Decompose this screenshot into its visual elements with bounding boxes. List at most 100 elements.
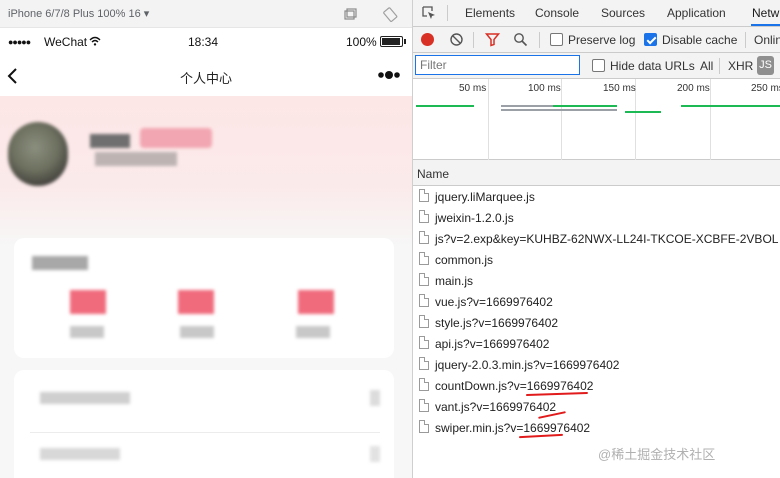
script-file-icon bbox=[419, 357, 429, 370]
request-row[interactable]: main.js bbox=[413, 270, 780, 291]
script-file-icon bbox=[419, 273, 429, 286]
order-icon-1[interactable] bbox=[70, 290, 106, 314]
rotate-icon[interactable] bbox=[383, 6, 399, 22]
overview-tick: 250 ms bbox=[751, 83, 780, 94]
overview-tick: 200 ms bbox=[677, 83, 710, 94]
request-row[interactable]: jweixin-1.2.0.js bbox=[413, 207, 780, 228]
request-row[interactable]: vue.js?v=1669976402 bbox=[413, 291, 780, 312]
filter-bar: Hide data URLs All XHR JS bbox=[413, 53, 780, 79]
card-title-blurred bbox=[32, 256, 88, 270]
username-blurred-2 bbox=[95, 152, 177, 166]
device-emulator: iPhone 6/7/8 Plus 100% 16 ▾ ●●●●● WeChat… bbox=[0, 0, 412, 478]
clear-icon[interactable] bbox=[449, 32, 464, 47]
menu-item-1-arrow bbox=[370, 390, 380, 406]
request-row[interactable]: common.js bbox=[413, 249, 780, 270]
search-icon[interactable] bbox=[513, 32, 528, 47]
script-file-icon bbox=[419, 252, 429, 265]
tab-console[interactable]: Console bbox=[535, 6, 579, 20]
overview-tick: 50 ms bbox=[459, 83, 487, 94]
filter-icon[interactable] bbox=[485, 32, 500, 47]
request-name: jquery.liMarquee.js bbox=[435, 190, 535, 204]
script-file-icon bbox=[419, 336, 429, 349]
script-file-icon bbox=[419, 420, 429, 433]
request-row[interactable]: countDown.js?v=1669976402 bbox=[413, 375, 780, 396]
overview-tick: 100 ms bbox=[528, 83, 561, 94]
filter-type-all[interactable]: All bbox=[700, 59, 713, 73]
filter-type-xhr[interactable]: XHR bbox=[728, 59, 753, 73]
avatar bbox=[8, 122, 68, 186]
requests-list: jquery.liMarquee.js jweixin-1.2.0.js js?… bbox=[413, 186, 780, 438]
hide-data-urls-checkbox[interactable] bbox=[592, 59, 605, 72]
request-row[interactable]: js?v=2.exp&key=KUHBZ-62NWX-LL24I-TKCOE-X… bbox=[413, 228, 780, 249]
phone-screen: ●●●●● WeChat 18:34 100% 个人中心 bbox=[0, 28, 412, 478]
devtools-tabbar: Elements Console Sources Application Net… bbox=[413, 0, 780, 27]
order-label-1 bbox=[70, 326, 104, 338]
request-row[interactable]: swiper.min.js?v=1669976402 bbox=[413, 417, 780, 438]
overview-gridline bbox=[488, 79, 489, 160]
tab-network[interactable]: Netw bbox=[752, 6, 779, 20]
record-button[interactable] bbox=[421, 33, 434, 46]
order-icon-3[interactable] bbox=[298, 290, 334, 314]
filter-input[interactable] bbox=[415, 55, 580, 75]
script-file-icon bbox=[419, 231, 429, 244]
toolbar-separator bbox=[745, 32, 746, 48]
throttling-select[interactable]: Onlin bbox=[754, 33, 780, 47]
screenshot-icon[interactable] bbox=[342, 6, 358, 22]
request-name: main.js bbox=[435, 274, 474, 288]
active-tab-indicator bbox=[751, 24, 780, 26]
request-name: jweixin-1.2.0.js bbox=[435, 211, 514, 225]
waterfall-bar bbox=[416, 105, 474, 107]
order-icon-2[interactable] bbox=[178, 290, 214, 314]
filter-type-js[interactable]: JS bbox=[757, 56, 774, 75]
inspect-element-icon[interactable] bbox=[421, 5, 437, 21]
request-row[interactable]: vant.js?v=1669976402 bbox=[413, 396, 780, 417]
request-name: countDown.js?v=1669976402 bbox=[435, 379, 594, 393]
wifi-icon bbox=[89, 36, 101, 46]
disable-cache-checkbox[interactable] bbox=[644, 33, 657, 46]
waterfall-bar bbox=[625, 111, 661, 113]
tab-separator bbox=[447, 5, 448, 21]
script-file-icon bbox=[419, 294, 429, 307]
script-file-icon bbox=[419, 399, 429, 412]
preserve-log-label: Preserve log bbox=[568, 33, 636, 47]
status-time: 18:34 bbox=[188, 35, 219, 49]
device-toolbar: iPhone 6/7/8 Plus 100% 16 ▾ bbox=[0, 0, 412, 28]
more-options-icon[interactable] bbox=[377, 70, 403, 80]
network-toolbar: Preserve log Disable cache Onlin bbox=[413, 27, 780, 53]
request-row[interactable]: jquery-2.0.3.min.js?v=1669976402 bbox=[413, 354, 780, 375]
waterfall-bar bbox=[553, 105, 617, 107]
request-name: jquery-2.0.3.min.js?v=1669976402 bbox=[435, 358, 620, 372]
menu-item-1-blurred[interactable] bbox=[40, 392, 130, 404]
overview-tick: 150 ms bbox=[603, 83, 636, 94]
request-name: vue.js?v=1669976402 bbox=[435, 295, 553, 309]
menu-card bbox=[14, 370, 394, 478]
devtools-panel: Elements Console Sources Application Net… bbox=[413, 0, 780, 478]
overview-gridline bbox=[710, 79, 711, 160]
request-row[interactable]: jquery.liMarquee.js bbox=[413, 186, 780, 207]
request-row[interactable]: style.js?v=1669976402 bbox=[413, 312, 780, 333]
battery-tip bbox=[404, 39, 406, 44]
request-name: style.js?v=1669976402 bbox=[435, 316, 559, 330]
script-file-icon bbox=[419, 210, 429, 223]
tab-sources[interactable]: Sources bbox=[601, 6, 645, 20]
tab-application[interactable]: Application bbox=[667, 6, 726, 20]
carrier-name: WeChat bbox=[44, 35, 88, 49]
device-select[interactable]: iPhone 6/7/8 Plus 100% 16 ▾ bbox=[8, 7, 149, 20]
request-name: vant.js?v=1669976402 bbox=[435, 400, 557, 414]
request-name: js?v=2.exp&key=KUHBZ-62NWX-LL24I-TKCOE-X… bbox=[435, 232, 779, 246]
tab-elements[interactable]: Elements bbox=[465, 6, 515, 20]
disable-cache-label: Disable cache bbox=[662, 33, 738, 47]
menu-item-2-blurred[interactable] bbox=[40, 448, 120, 460]
overview-gridline bbox=[561, 79, 562, 160]
filter-separator bbox=[719, 58, 720, 74]
request-name: api.js?v=1669976402 bbox=[435, 337, 550, 351]
waterfall-bar bbox=[501, 109, 617, 111]
profile-header bbox=[0, 96, 412, 246]
toolbar-separator bbox=[539, 32, 540, 48]
signal-strength: ●●●●● bbox=[8, 37, 31, 47]
preserve-log-checkbox[interactable] bbox=[550, 33, 563, 46]
request-row[interactable]: api.js?v=1669976402 bbox=[413, 333, 780, 354]
network-overview[interactable]: 50 ms 100 ms 150 ms 200 ms 250 ms bbox=[413, 79, 780, 160]
script-file-icon bbox=[419, 378, 429, 391]
column-name-header[interactable]: Name bbox=[417, 167, 449, 181]
